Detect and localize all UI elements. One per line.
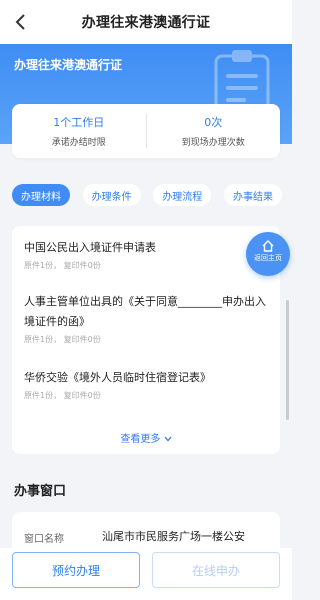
tab-materials[interactable]: 办理材料 bbox=[12, 184, 70, 206]
stat-value: 1个工作日 bbox=[53, 116, 105, 129]
material-meta: 原件1份， 复印件0份 bbox=[24, 391, 101, 400]
bottom-action-bar: 预约办理 在线申办 bbox=[0, 548, 292, 600]
material-meta: 原件1份， 复印件0份 bbox=[24, 261, 101, 270]
list-item[interactable]: 人事主管单位出具的《关于同意________申办出入境证件的函》 原件1份， 复… bbox=[24, 292, 272, 345]
stat-visit-count: 0次 到现场办理次数 bbox=[147, 114, 281, 148]
material-name: 华侨交验《境外人员临时住宿登记表》 bbox=[24, 371, 211, 384]
scrollbar[interactable] bbox=[286, 300, 289, 420]
stat-label: 到现场办理次数 bbox=[181, 138, 245, 148]
chevron-left-icon[interactable] bbox=[10, 10, 32, 34]
tab-conditions[interactable]: 办理条件 bbox=[82, 184, 141, 206]
section-title: 办事窗口 bbox=[14, 484, 67, 499]
appointment-button[interactable]: 预约办理 bbox=[12, 552, 140, 588]
material-meta: 原件1份， 复印件0份 bbox=[24, 335, 101, 344]
window-name-label: 窗口名称 bbox=[24, 534, 64, 545]
see-more-link[interactable]: 查看更多 bbox=[12, 430, 280, 445]
online-apply-button[interactable]: 在线申办 bbox=[152, 552, 280, 588]
tab-results[interactable]: 办事结果 bbox=[223, 184, 282, 206]
tab-bar: 办理材料 办理条件 办理流程 办事结果 bbox=[12, 184, 282, 208]
material-name: 中国公民出入境证件申请表 bbox=[24, 241, 156, 254]
banner-title: 办理往来港澳通行证 bbox=[14, 58, 123, 72]
stat-time-limit: 1个工作日 承诺办结时限 bbox=[12, 114, 146, 148]
material-name: 人事主管单位出具的《关于同意________申办出入境证件的函》 bbox=[24, 295, 266, 328]
window-name-value: 汕尾市市民服务广场一楼公安 bbox=[102, 530, 245, 543]
home-icon bbox=[262, 240, 274, 252]
chevron-down-icon bbox=[164, 436, 172, 442]
stat-value: 0次 bbox=[204, 116, 223, 129]
nav-bar: 办理往来港澳通行证 bbox=[0, 0, 292, 44]
list-item[interactable]: 华侨交验《境外人员临时住宿登记表》 原件1份， 复印件0份 bbox=[24, 368, 272, 401]
list-item[interactable]: 中国公民出入境证件申请表 原件1份， 复印件0份 bbox=[24, 238, 272, 271]
tab-process[interactable]: 办理流程 bbox=[153, 184, 212, 206]
home-button-label: 返回主页 bbox=[254, 254, 282, 262]
see-more-label: 查看更多 bbox=[120, 434, 161, 445]
stats-card: 1个工作日 承诺办结时限 0次 到现场办理次数 bbox=[12, 104, 280, 158]
stat-label: 承诺办结时限 bbox=[51, 138, 106, 148]
materials-card: 中国公民出入境证件申请表 原件1份， 复印件0份 人事主管单位出具的《关于同意_… bbox=[12, 226, 280, 454]
page-title: 办理往来港澳通行证 bbox=[81, 15, 211, 31]
home-button[interactable]: 返回主页 bbox=[246, 232, 290, 276]
